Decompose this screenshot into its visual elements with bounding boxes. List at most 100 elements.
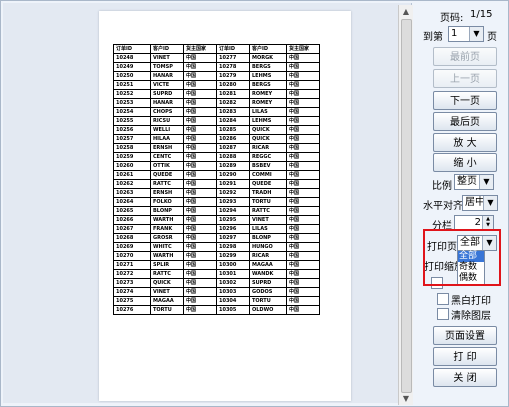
ratio-label: 比例	[432, 181, 452, 192]
table-cell: 中国	[183, 206, 217, 216]
table-cell: MORGK	[249, 53, 287, 63]
table-cell: OLDWO	[249, 305, 287, 315]
table-cell: QUICK	[249, 125, 287, 135]
table-cell: 10254	[113, 107, 151, 117]
table-cell: 10264	[113, 197, 151, 207]
table-cell: 10269	[113, 242, 151, 252]
table-cell: 中国	[286, 242, 320, 252]
vertical-scrollbar[interactable]: ▲ ▼	[398, 5, 413, 405]
table-cell: 中国	[286, 98, 320, 108]
table-cell: 10268	[113, 233, 151, 243]
table-cell: 10284	[216, 116, 250, 126]
table-cell: 中国	[286, 125, 320, 135]
table-header-cell: 客户ID	[150, 44, 184, 54]
chevron-down-icon: ▼	[479, 175, 493, 189]
scroll-down-icon[interactable]: ▼	[399, 392, 413, 405]
table-cell: 中国	[286, 71, 320, 81]
table-cell: QUEDE	[249, 179, 287, 189]
clear-layer-checkbox[interactable]	[437, 308, 449, 320]
table-cell: 10255	[113, 116, 151, 126]
table-cell: 中国	[286, 62, 320, 72]
table-row: 10258 ERNSH 中国 10287 RICAR 中国	[113, 143, 320, 153]
table-cell: RICAR	[249, 143, 287, 153]
table-cell: 中国	[183, 260, 217, 270]
chevron-down-icon: ▼	[469, 27, 483, 41]
table-cell: VINET	[150, 53, 184, 63]
table-row: 10264 FOLKO 中国 10293 TORTU 中国	[113, 197, 320, 207]
table-cell: 10288	[216, 152, 250, 162]
goto-suffix: 页	[487, 32, 497, 43]
table-cell: 10271	[113, 260, 151, 270]
first-page-button[interactable]: 最前页	[433, 47, 497, 66]
zoom-out-button[interactable]: 缩 小	[433, 153, 497, 172]
table-cell: 中国	[286, 152, 320, 162]
halign-select[interactable]: 居中 ▼	[462, 195, 498, 211]
bw-print-label: 黑白打印	[451, 296, 491, 307]
table-cell: 10295	[216, 215, 250, 225]
table-cell: 10249	[113, 62, 151, 72]
table-header-row: 订单ID 客户ID 货主国家 订单ID 客户ID 货主国家	[113, 44, 320, 54]
table-cell: 中国	[183, 80, 217, 90]
goto-page-value: 1	[451, 28, 458, 39]
last-page-button[interactable]: 最后页	[433, 112, 497, 131]
table-cell: 中国	[183, 287, 217, 297]
table-row: 10269 WHITC 中国 10298 HUNGO 中国	[113, 242, 320, 252]
table-cell: 10266	[113, 215, 151, 225]
halign-value: 居中	[465, 197, 485, 208]
goto-page-select[interactable]: 1 ▼	[448, 26, 484, 42]
table-cell: 中国	[183, 188, 217, 198]
next-page-button[interactable]: 下一页	[433, 91, 497, 110]
scroll-thumb[interactable]	[401, 19, 412, 393]
table-cell: 中国	[286, 134, 320, 144]
spinner-arrows-icon[interactable]: ▲ ▼	[482, 216, 493, 229]
scroll-up-icon[interactable]: ▲	[399, 5, 413, 18]
table-cell: QUICK	[249, 134, 287, 144]
table-cell: 中国	[183, 305, 217, 315]
table-cell: BERGS	[249, 62, 287, 72]
table-cell: 10289	[216, 161, 250, 171]
table-cell: 中国	[183, 71, 217, 81]
table-cell: RICAR	[249, 251, 287, 261]
table-cell: 中国	[286, 215, 320, 225]
table-cell: 中国	[286, 224, 320, 234]
table-cell: 中国	[286, 233, 320, 243]
table-cell: 中国	[183, 134, 217, 144]
table-cell: ERNSH	[150, 188, 184, 198]
table-cell: 中国	[286, 287, 320, 297]
table-cell: 中国	[286, 206, 320, 216]
preview-page: 订单ID 客户ID 货主国家 订单ID 客户ID 货主国家 10248 VINET 中国 1027…	[99, 11, 351, 401]
halign-label: 水平对齐	[423, 201, 463, 212]
table-cell: 10300	[216, 260, 250, 270]
columns-spinner[interactable]: 2 ▲ ▼	[454, 215, 494, 230]
table-cell: 10248	[113, 53, 151, 63]
preview-table: 订单ID 客户ID 货主国家 订单ID 客户ID 货主国家 10248 VINET 中国 1027…	[113, 44, 320, 315]
ratio-select[interactable]: 整页 ▼	[454, 174, 494, 190]
zoom-in-button[interactable]: 放 大	[433, 133, 497, 152]
table-cell: CHOPS	[150, 107, 184, 117]
table-cell: ROMEY	[249, 98, 287, 108]
table-cell: VINET	[249, 215, 287, 225]
bw-print-checkbox[interactable]	[437, 293, 449, 305]
table-cell: 中国	[286, 170, 320, 180]
table-cell: 中国	[286, 260, 320, 270]
table-cell: WARTH	[150, 215, 184, 225]
table-cell: 10305	[216, 305, 250, 315]
table-row: 10272 RATTC 中国 10301 WANDK 中国	[113, 269, 320, 279]
prev-page-button[interactable]: 上一页	[433, 69, 497, 88]
print-button[interactable]: 打 印	[433, 347, 497, 366]
preview-area: 订单ID 客户ID 货主国家 订单ID 客户ID 货主国家 10248 VINET 中国 1027…	[3, 3, 413, 405]
close-button[interactable]: 关 闭	[433, 368, 497, 387]
table-cell: BSBEV	[249, 161, 287, 171]
page-setup-button[interactable]: 页面设置	[433, 326, 497, 345]
table-cell: REGGC	[249, 152, 287, 162]
table-cell: 10282	[216, 98, 250, 108]
table-row: 10270 WARTH 中国 10299 RICAR 中国	[113, 251, 320, 261]
table-cell: GODOS	[249, 287, 287, 297]
table-cell: 中国	[286, 251, 320, 261]
table-cell: 10260	[113, 161, 151, 171]
table-cell: 中国	[183, 107, 217, 117]
table-row: 10251 VICTE 中国 10280 BERGS 中国	[113, 80, 320, 90]
table-row: 10255 RICSU 中国 10284 LEHMS 中国	[113, 116, 320, 126]
table-cell: BERGS	[249, 80, 287, 90]
table-row: 10249 TOMSP 中国 10278 BERGS 中国	[113, 62, 320, 72]
